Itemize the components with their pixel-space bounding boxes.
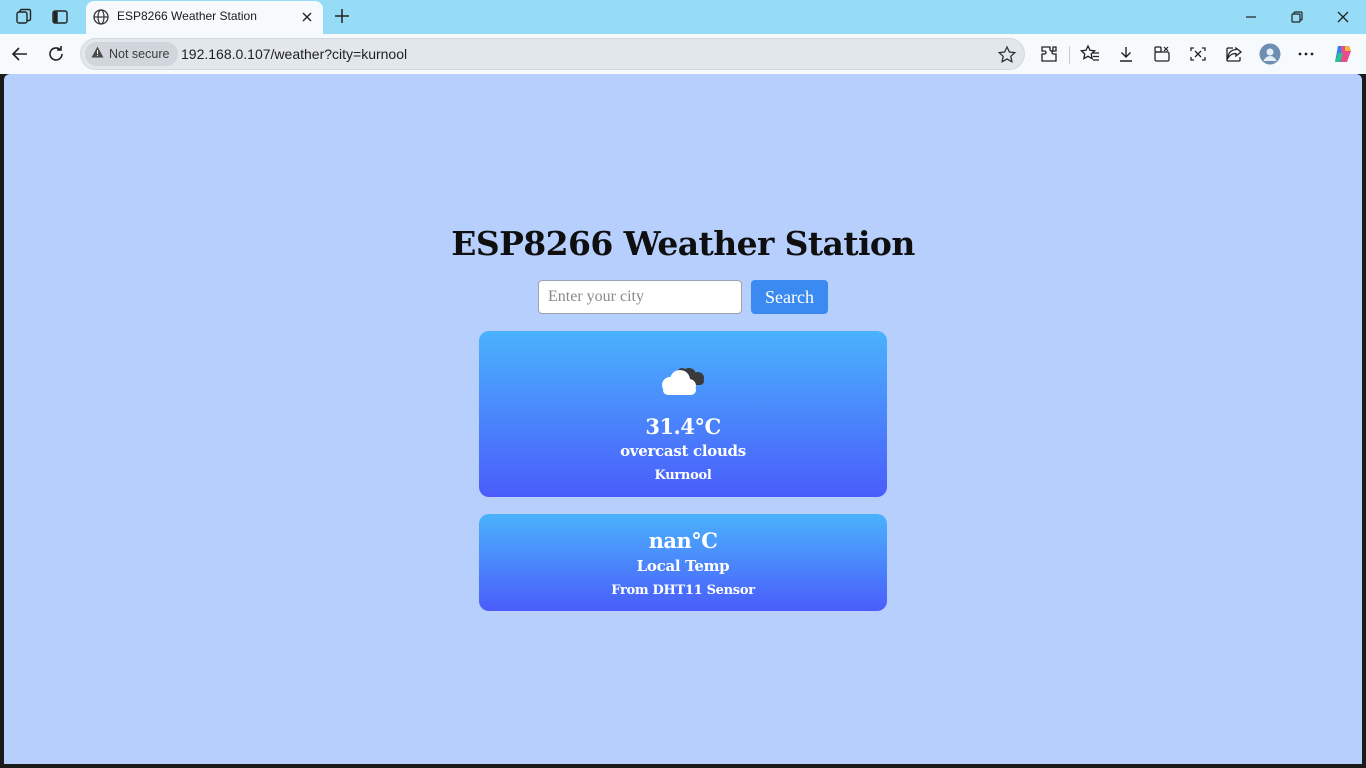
window-close-icon[interactable] <box>1332 6 1354 28</box>
browser-titlebar: ESP8266 Weather Station <box>0 0 1366 34</box>
page-viewport: ESP8266 Weather Station Search 31.4°C ov… <box>4 74 1362 764</box>
browser-toolbar: Not secure 192.168.0.107/weather?city=ku… <box>0 34 1366 74</box>
close-icon[interactable] <box>299 9 315 25</box>
workspaces-icon[interactable] <box>14 7 34 27</box>
restore-icon[interactable] <box>1286 6 1308 28</box>
minimize-icon[interactable] <box>1240 6 1262 28</box>
local-temperature: nan°C <box>648 528 718 553</box>
plus-icon[interactable] <box>332 6 352 26</box>
profile-avatar[interactable] <box>1259 43 1281 65</box>
globe-icon <box>92 8 110 26</box>
download-icon[interactable] <box>1115 43 1137 65</box>
security-label: Not secure <box>109 47 170 61</box>
tab-title: ESP8266 Weather Station <box>117 9 257 23</box>
favorites-icon[interactable] <box>1079 43 1101 65</box>
search-button[interactable]: Search <box>751 280 828 314</box>
security-chip[interactable]: Not secure <box>85 42 179 66</box>
local-temp-label: Local Temp <box>636 557 730 575</box>
overcast-clouds-icon <box>655 359 711 399</box>
collections-icon[interactable] <box>1151 43 1173 65</box>
url-text[interactable]: 192.168.0.107/weather?city=kurnool <box>181 46 407 62</box>
city-search-input[interactable] <box>538 280 742 314</box>
local-temp-card: nan°C Local Temp From DHT11 Sensor <box>479 514 887 611</box>
weather-city: Kurnool <box>654 468 712 483</box>
weather-description: overcast clouds <box>620 442 746 460</box>
toolbar-separator <box>1069 46 1070 64</box>
weather-card: 31.4°C overcast clouds Kurnool <box>479 331 887 497</box>
more-icon[interactable] <box>1295 43 1317 65</box>
vertical-tabs-icon[interactable] <box>50 7 70 27</box>
weather-temperature: 31.4°C <box>645 414 721 439</box>
copilot-icon[interactable] <box>1332 43 1354 65</box>
refresh-icon[interactable] <box>45 43 67 65</box>
page-title: ESP8266 Weather Station <box>451 224 915 263</box>
back-icon[interactable] <box>9 43 31 65</box>
screenshot-icon[interactable] <box>1187 43 1209 65</box>
favorite-star-icon[interactable] <box>997 45 1017 65</box>
share-icon[interactable] <box>1223 43 1245 65</box>
extensions-icon[interactable] <box>1038 43 1060 65</box>
active-tab[interactable]: ESP8266 Weather Station <box>86 1 323 34</box>
local-temp-source: From DHT11 Sensor <box>611 583 755 598</box>
warning-icon <box>91 45 104 63</box>
address-bar[interactable]: Not secure 192.168.0.107/weather?city=ku… <box>80 38 1025 70</box>
